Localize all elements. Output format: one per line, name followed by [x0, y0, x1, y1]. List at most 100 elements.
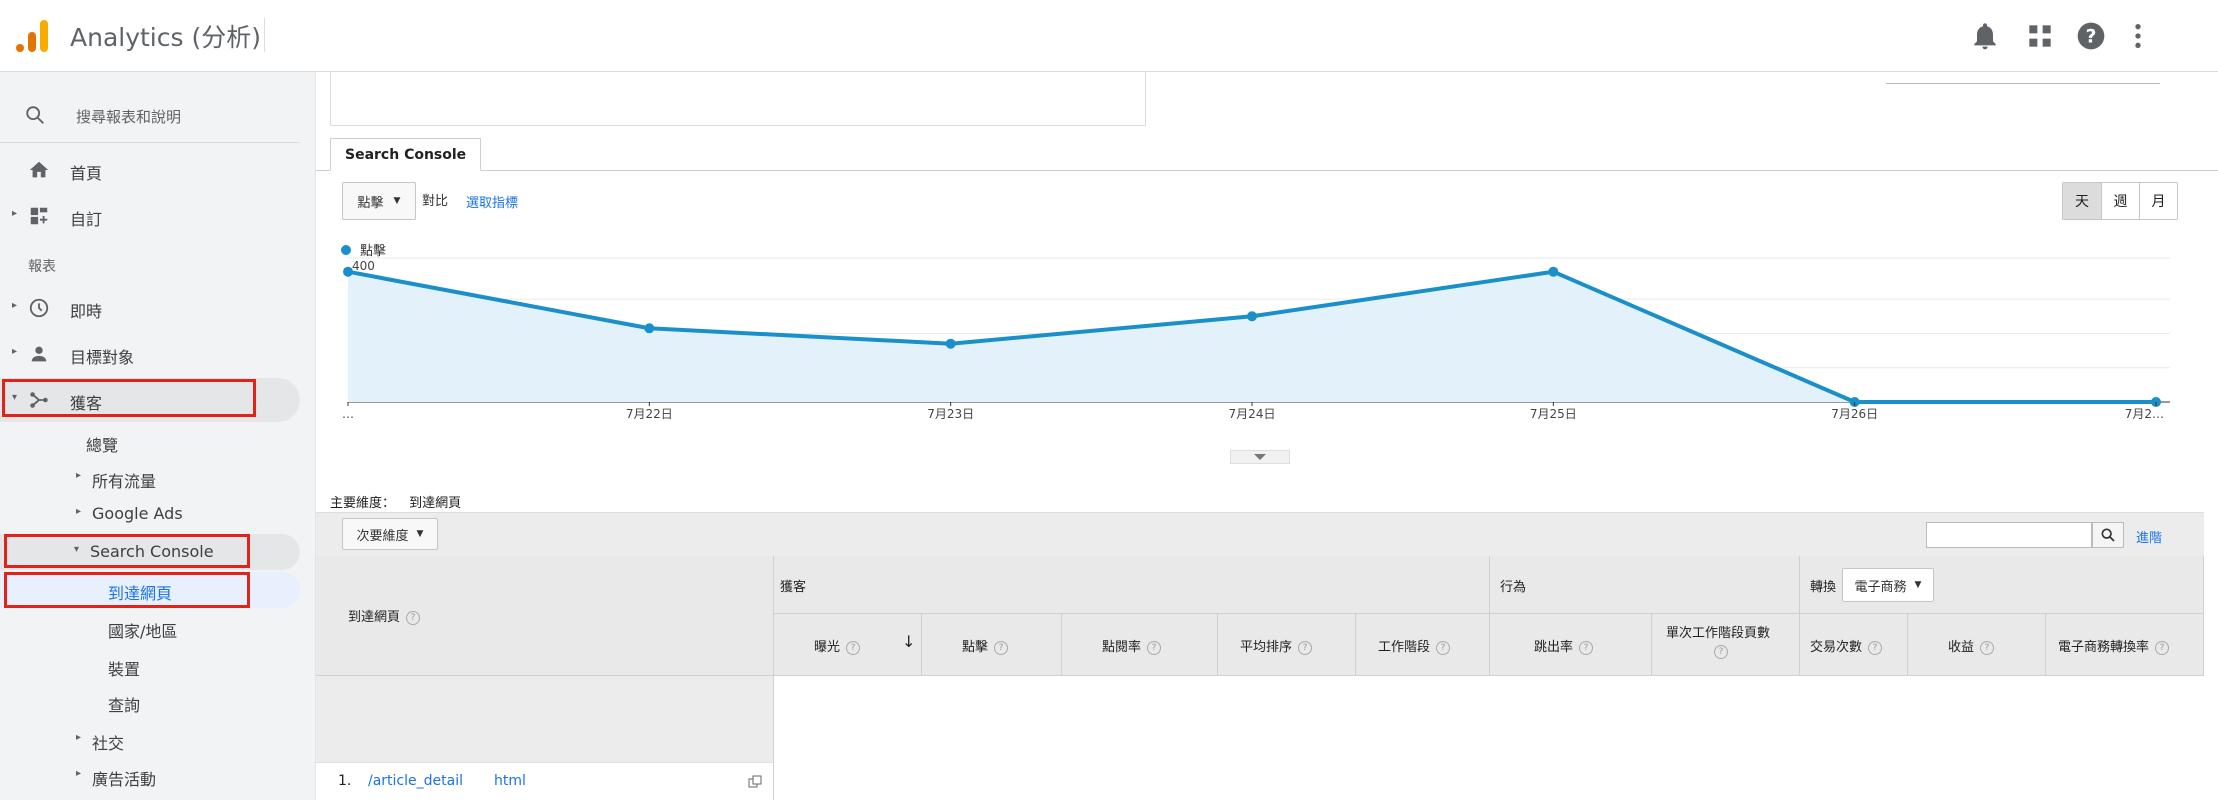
secondary-dimension-label: 次要維度	[356, 528, 409, 544]
landing-page-link[interactable]: /article_detail	[368, 773, 463, 789]
sidebar-item-label: 首頁	[70, 164, 103, 183]
column-header-pages-per-session[interactable]: 單次工作階段頁數 ?	[1652, 614, 1800, 676]
metric-select-value: 點擊	[357, 195, 384, 211]
help-icon[interactable]: ?	[2155, 640, 2170, 655]
y-tick-label: 400	[352, 259, 375, 273]
sidebar-item-label: 查詢	[108, 696, 141, 715]
help-icon[interactable]: ?	[406, 610, 421, 625]
sidebar-item-google-ads[interactable]: ▸ Google Ads	[0, 496, 300, 532]
expand-icon: ▸	[12, 346, 18, 357]
group-header-label: 轉換	[1810, 580, 1837, 595]
period-week-button[interactable]: 週	[2101, 183, 2139, 219]
totals-row	[316, 676, 774, 762]
chart-data-point	[1548, 266, 1559, 277]
column-header-label: 電子商務轉換率	[2058, 640, 2150, 655]
sidebar-item-audience[interactable]: ▸ 目標對象	[0, 332, 300, 376]
column-header-sessions[interactable]: 工作階段?	[1356, 614, 1490, 676]
more-vert-icon[interactable]	[2122, 20, 2154, 52]
column-header-ctr[interactable]: 點閱率?	[1062, 614, 1218, 676]
help-icon[interactable]: ?	[1714, 644, 1728, 659]
column-header-bounce-rate[interactable]: 跳出率?	[1490, 614, 1652, 676]
column-header-label: 點擊	[962, 640, 989, 655]
sidebar-search-placeholder: 搜尋報表和說明	[76, 108, 182, 126]
period-day-button[interactable]: 天	[2063, 183, 2101, 219]
analytics-logo[interactable]	[14, 18, 50, 54]
search-icon	[2101, 528, 2115, 542]
column-header-avg-position[interactable]: 平均排序?	[1218, 614, 1356, 676]
advanced-link[interactable]: 進階	[2136, 527, 2162, 546]
clicks-chart: 點擊 400200 …7月22日7月23日7月24日7月25日7月26日7月2…	[341, 243, 2170, 421]
date-range[interactable]	[1886, 72, 2160, 84]
app-title: Analytics (分析)	[70, 23, 261, 52]
sidebar-item-queries[interactable]: 查詢	[0, 684, 300, 720]
sidebar-item-label: 社交	[92, 734, 125, 753]
column-header-clicks[interactable]: 點擊?	[922, 614, 1062, 676]
divider	[0, 142, 300, 143]
chart-area-fill	[348, 271, 2156, 402]
collapse-icon: ▾	[12, 392, 18, 403]
sidebar-item-home[interactable]: 首頁	[0, 148, 300, 192]
sidebar-item-landing-pages[interactable]: 到達網頁	[0, 572, 300, 608]
sort-desc-icon[interactable]: ↓	[902, 632, 915, 651]
help-icon[interactable]: ?	[2075, 20, 2107, 52]
help-icon[interactable]: ?	[1579, 640, 1594, 655]
help-icon[interactable]: ?	[1436, 640, 1451, 655]
sidebar-item-acquisition[interactable]: ▾ 獲客	[0, 378, 300, 422]
group-header-conversion: 轉換 電子商務 ▼	[1800, 556, 2204, 614]
sidebar-item-search-console[interactable]: ▾ Search Console	[0, 534, 300, 570]
sidebar-item-realtime[interactable]: ▸ 即時	[0, 286, 300, 330]
metric-select[interactable]: 點擊 ▼	[342, 182, 416, 220]
sidebar-item-social[interactable]: ▸ 社交	[0, 722, 300, 758]
open-in-new-icon[interactable]	[748, 775, 762, 789]
column-header-label: 跳出率	[1534, 640, 1574, 655]
ecommerce-select[interactable]: 電子商務 ▼	[1842, 568, 1934, 602]
x-tick-label: 7月2…	[2125, 407, 2164, 421]
sidebar-item-label: 所有流量	[92, 472, 157, 491]
column-header-revenue[interactable]: 收益?	[1908, 614, 2046, 676]
sidebar-item-label: 到達網頁	[108, 584, 173, 603]
sidebar-item-label: 廣告活動	[92, 770, 157, 789]
apps-grid-icon[interactable]	[2024, 20, 2056, 52]
ecommerce-select-value: 電子商務	[1854, 579, 1907, 595]
chart-collapse-handle[interactable]	[1230, 450, 1290, 464]
primary-dimension-value[interactable]: 到達網頁	[409, 496, 461, 511]
main-content: Search Console 點擊 ▼ 對比 選取指標 天 週 月 點擊 400…	[316, 72, 2218, 800]
sidebar-search[interactable]: 搜尋報表和說明	[0, 92, 300, 136]
sidebar-item-label: 獲客	[70, 394, 103, 413]
sidebar-item-label: 目標對象	[70, 348, 135, 367]
column-header-label: 曝光	[814, 640, 841, 655]
sidebar-item-campaigns[interactable]: ▸ 廣告活動	[0, 758, 300, 794]
x-tick-label: 7月23日	[927, 407, 974, 421]
select-metric-link[interactable]: 選取指標	[466, 192, 518, 211]
chart-data-point	[1247, 311, 1257, 322]
sidebar-item-all-traffic[interactable]: ▸ 所有流量	[0, 460, 300, 496]
help-icon[interactable]: ?	[1147, 640, 1162, 655]
top-bar: Analytics (分析) ?	[0, 0, 2218, 72]
column-header-impressions[interactable]: 曝光? ↓	[774, 614, 922, 676]
expand-icon: ▸	[12, 300, 18, 311]
sidebar-item-label: 裝置	[108, 660, 141, 679]
sidebar-item-overview[interactable]: 總覽	[0, 424, 300, 460]
tab-search-console[interactable]: Search Console	[330, 138, 482, 171]
sidebar-item-label: 自訂	[70, 210, 103, 229]
help-icon[interactable]: ?	[1298, 640, 1313, 655]
help-icon[interactable]: ?	[846, 640, 861, 655]
period-month-button[interactable]: 月	[2139, 183, 2177, 219]
sidebar-item-country[interactable]: 國家/地區	[0, 610, 300, 646]
table-row: 1. /article_detail html	[316, 762, 774, 800]
help-icon[interactable]: ?	[1868, 640, 1883, 655]
chart-plot	[343, 266, 2161, 407]
landing-page-link-end[interactable]: html	[494, 773, 526, 789]
help-icon[interactable]: ?	[1980, 640, 1995, 655]
home-icon	[29, 161, 49, 178]
sidebar-item-devices[interactable]: 裝置	[0, 648, 300, 684]
column-header-landing-page[interactable]: 到達網頁?	[316, 556, 774, 676]
sidebar-item-customize[interactable]: ▸ 自訂	[0, 194, 300, 238]
column-header-ecommerce-rate[interactable]: 電子商務轉換率?	[2046, 614, 2204, 676]
table-search-button[interactable]	[2092, 522, 2124, 548]
bell-icon[interactable]	[1969, 20, 2001, 52]
help-icon[interactable]: ?	[994, 640, 1009, 655]
column-header-transactions[interactable]: 交易次數?	[1800, 614, 1908, 676]
secondary-dimension-select[interactable]: 次要維度 ▼	[342, 518, 438, 550]
table-search-input[interactable]	[1926, 522, 2092, 548]
